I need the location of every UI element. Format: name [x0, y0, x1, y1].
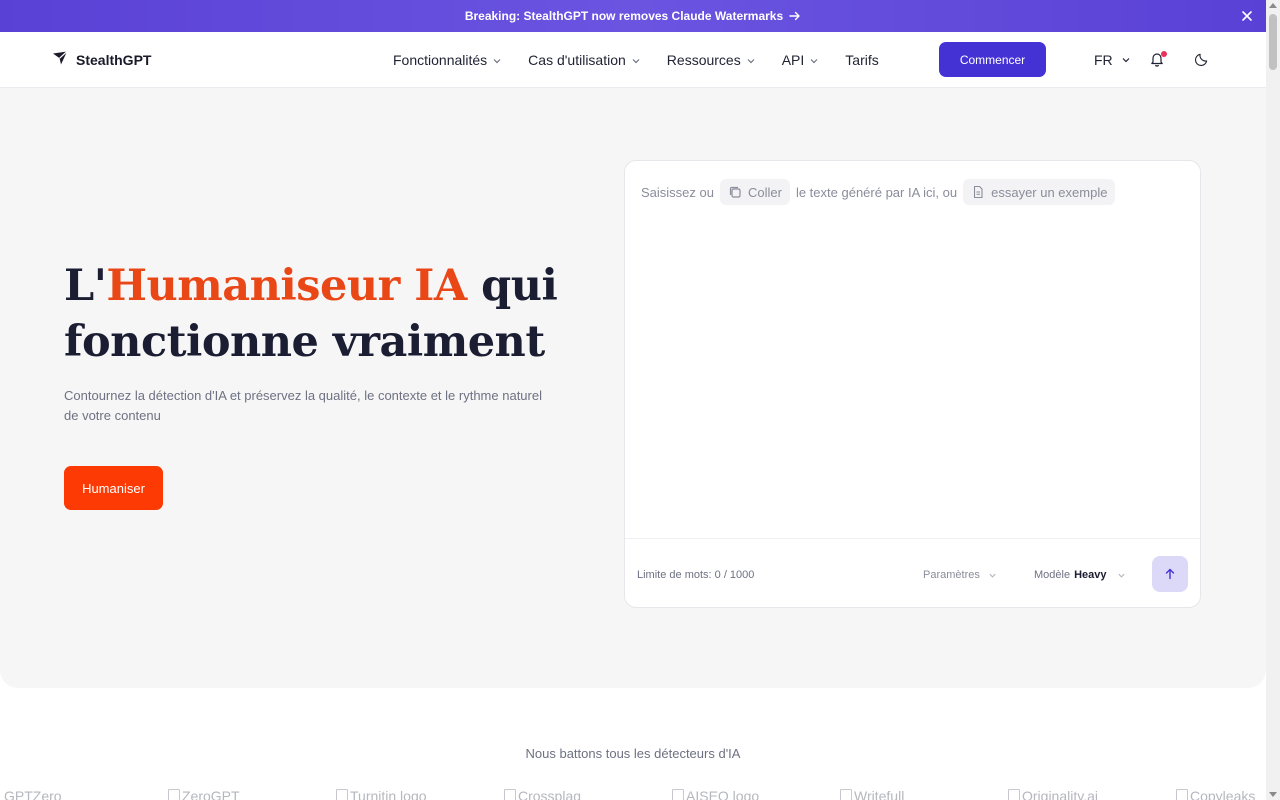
detector-logo-label: Turnitin logo: [350, 788, 427, 800]
broken-image-icon: [336, 789, 348, 800]
close-icon[interactable]: [1240, 9, 1254, 23]
detector-logo-label: Originality.ai: [1022, 788, 1098, 800]
detector-logo: Crossplag: [504, 788, 581, 800]
broken-image-icon: [1008, 789, 1020, 800]
broken-image-icon: [672, 789, 684, 800]
nav-tarifs[interactable]: Tarifs: [845, 52, 878, 68]
chevron-down-icon: [1117, 573, 1125, 578]
hero-title: L'Humaniseur IA qui fonctionne vraiment: [64, 258, 564, 370]
chevron-down-icon: [989, 573, 996, 578]
stealthgpt-logo-icon: [52, 51, 68, 68]
dark-mode-moon-icon[interactable]: [1194, 52, 1210, 68]
arrow-right-icon: [789, 10, 801, 22]
language-label: FR: [1094, 52, 1113, 68]
broken-image-icon: [504, 789, 516, 800]
nav-label: Fonctionnalités: [393, 52, 488, 68]
detector-logo-label: AISEO logo: [686, 788, 760, 800]
arrow-up-icon: [1165, 568, 1175, 580]
nav-label: Cas d'utilisation: [528, 52, 626, 68]
detector-logo: GPTZero: [4, 788, 62, 800]
brand-name: StealthGPT: [76, 51, 152, 68]
commencer-button[interactable]: Commencer: [939, 42, 1046, 77]
nav-cas-utilisation[interactable]: Cas d'utilisation: [528, 52, 641, 68]
example-label: essayer un exemple: [991, 184, 1108, 200]
paste-button[interactable]: Coller: [719, 179, 790, 205]
paste-label: Coller: [747, 184, 782, 200]
hint-middle: le texte généré par IA ici, ou: [795, 184, 958, 200]
model-label: Modèle: [1034, 569, 1071, 581]
brand-logo[interactable]: StealthGPT: [52, 51, 151, 68]
parameters-dropdown[interactable]: Paramètres: [923, 569, 997, 581]
hint-prefix: Saisissez ou: [641, 184, 714, 200]
params-label: Paramètres: [923, 569, 980, 581]
model-dropdown[interactable]: Modèle Heavy: [1034, 569, 1126, 581]
notification-bell-icon[interactable]: [1149, 51, 1167, 69]
try-example-button[interactable]: essayer un exemple: [963, 179, 1116, 205]
word-limit: Limite de mots: 0 / 1000: [637, 569, 755, 581]
editor-footer: Limite de mots: 0 / 1000 Paramètres Modè…: [625, 538, 1200, 608]
scroll-down-arrow-icon[interactable]: [1269, 792, 1277, 797]
scroll-up-arrow-icon[interactable]: [1269, 3, 1277, 8]
submit-button[interactable]: [1152, 556, 1188, 592]
detector-logo: Copyleaks: [1176, 788, 1255, 800]
broken-image-icon: [1176, 789, 1188, 800]
detector-logo-label: ZeroGPT: [182, 788, 240, 800]
chevron-down-icon: [1122, 58, 1130, 63]
scrollbar-thumb[interactable]: [1269, 14, 1277, 70]
broken-image-icon: [168, 789, 180, 800]
title-accent: Humaniseur IA: [106, 261, 467, 311]
detector-logo: ZeroGPT: [168, 788, 240, 800]
notification-dot: [1161, 51, 1167, 57]
editor-hint: Saisissez ou Coller le texte généré par …: [641, 179, 1121, 205]
chevron-down-icon: [810, 58, 818, 63]
nav-label: Tarifs: [845, 52, 879, 68]
nav-label: Ressources: [666, 52, 741, 68]
document-icon: [974, 185, 983, 199]
chevron-down-icon: [632, 58, 640, 63]
detector-logos: GPTZero ZeroGPT Turnitin logo Crossplag …: [0, 788, 1266, 800]
detector-logo-label: Copyleaks: [1190, 788, 1256, 800]
detector-logo: AISEO logo: [672, 788, 759, 800]
detector-logo: Writefull: [840, 788, 904, 800]
copy-icon: [729, 186, 741, 198]
model-value: Heavy: [1074, 569, 1107, 581]
nav-label: API: [781, 52, 805, 68]
nav-fonctionnalites[interactable]: Fonctionnalités: [393, 52, 502, 68]
language-selector[interactable]: FR: [1094, 52, 1131, 68]
nav-ressources[interactable]: Ressources: [667, 52, 756, 68]
ai-text-input[interactable]: [641, 221, 1186, 531]
editor-card: Saisissez ou Coller le texte généré par …: [624, 160, 1201, 608]
title-prefix: L': [64, 261, 107, 311]
chevron-down-icon: [747, 58, 755, 63]
hero-subtitle: Contournez la détection d'IA et préserve…: [64, 388, 542, 423]
detector-logo-label: Writefull: [854, 788, 905, 800]
chevron-down-icon: [493, 58, 501, 63]
detector-logo: Turnitin logo: [336, 788, 427, 800]
site-header: StealthGPT Fonctionnalités Cas d'utilisa…: [0, 32, 1266, 88]
announcement-text[interactable]: Breaking: StealthGPT now removes Claude …: [465, 9, 783, 23]
nav-api[interactable]: API: [782, 52, 820, 68]
announcement-bar[interactable]: Breaking: StealthGPT now removes Claude …: [0, 0, 1266, 32]
detectors-heading: Nous battons tous les détecteurs d'IA: [525, 746, 741, 761]
main-nav: Fonctionnalités Cas d'utilisation Ressou…: [393, 32, 905, 88]
detector-logo: Originality.ai: [1008, 788, 1098, 800]
detector-logo-label: Crossplag: [518, 788, 582, 800]
humaniser-button[interactable]: Humaniser: [64, 466, 163, 510]
hero-section: L'Humaniseur IA qui fonctionne vraiment …: [0, 88, 1266, 688]
detector-logo-label: GPTZero: [4, 788, 62, 800]
broken-image-icon: [840, 789, 852, 800]
page-scrollbar[interactable]: [1266, 0, 1280, 800]
